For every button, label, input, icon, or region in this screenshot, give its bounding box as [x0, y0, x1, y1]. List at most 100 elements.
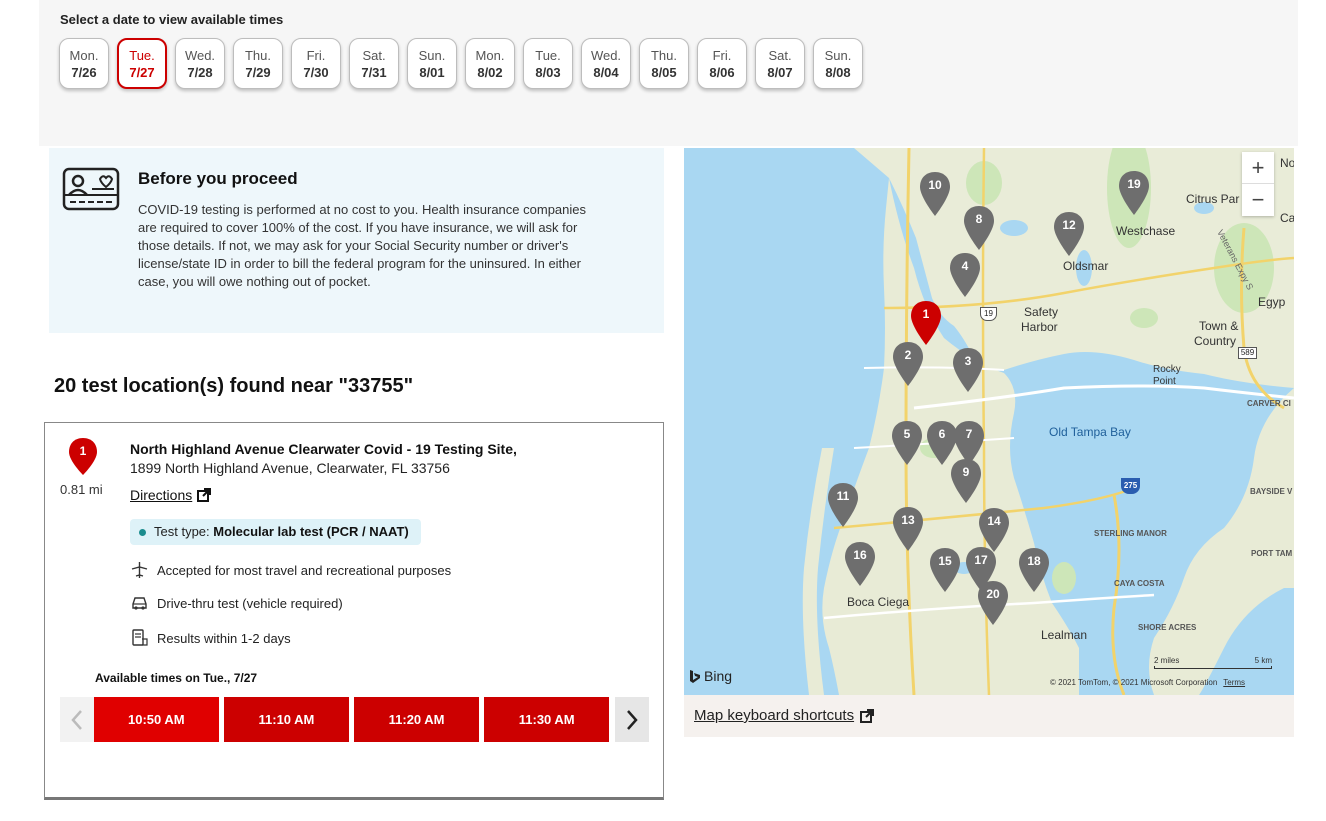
date-chip-selected[interactable]: Tue. 7/27 — [117, 38, 167, 89]
map-pin-number: 8 — [975, 212, 983, 226]
feature-text: Drive-thru test (vehicle required) — [157, 595, 343, 611]
feature-travel: Accepted for most travel and recreationa… — [130, 561, 451, 579]
map-pin[interactable]: 2 — [892, 341, 924, 387]
map-pin[interactable]: 9 — [950, 458, 982, 504]
map-pin-number: 4 — [961, 259, 969, 273]
map-pin[interactable]: 4 — [949, 252, 981, 298]
date-chip-day: Tue. — [535, 47, 561, 63]
map-pin-selected[interactable]: 1 — [910, 300, 942, 346]
map-pin[interactable]: 12 — [1053, 211, 1085, 257]
date-chip-day: Tue. — [129, 47, 155, 63]
date-chip[interactable]: Fri. 8/06 — [697, 38, 747, 89]
map-pin[interactable]: 8 — [963, 205, 995, 251]
date-chip[interactable]: Wed. 7/28 — [175, 38, 225, 89]
site-address: 1899 North Highland Avenue, Clearwater, … — [130, 460, 450, 476]
date-chip-day: Fri. — [712, 47, 732, 63]
date-chip-date: 8/02 — [477, 64, 503, 80]
date-chip[interactable]: Fri. 7/30 — [291, 38, 341, 89]
map-label-bayside: BAYSIDE V — [1250, 487, 1293, 496]
map-pin[interactable]: 19 — [1118, 170, 1150, 216]
date-chip-date: 7/27 — [129, 64, 155, 80]
feature-results: Results within 1-2 days — [130, 629, 291, 647]
date-chip-day: Sat. — [362, 47, 386, 63]
map-label-nor: Nor — [1280, 156, 1294, 170]
map-label-shore-acres: SHORE ACRES — [1138, 623, 1197, 632]
date-chip-day: Sat. — [768, 47, 792, 63]
date-chip[interactable]: Sun. 8/01 — [407, 38, 457, 89]
date-chip[interactable]: Thu. 7/29 — [233, 38, 283, 89]
date-chip-date: 8/08 — [825, 64, 851, 80]
date-chip[interactable]: Thu. 8/05 — [639, 38, 689, 89]
date-chip-day: Wed. — [184, 47, 216, 63]
map-copyright: © 2021 TomTom, © 2021 Microsoft Corporat… — [1050, 678, 1245, 687]
scale-km: 5 km — [1254, 656, 1272, 665]
location-pin-number: 1 — [79, 444, 87, 458]
chevron-right-icon — [627, 709, 638, 730]
zoom-out-button[interactable]: − — [1242, 184, 1274, 216]
terms-link[interactable]: Terms — [1223, 678, 1245, 687]
date-chip-date: 8/06 — [709, 64, 735, 80]
map-pin[interactable]: 11 — [827, 482, 859, 528]
date-chip-date: 7/31 — [361, 64, 387, 80]
highway-shield-icon: 589 — [1238, 347, 1257, 359]
map-label-harbor: Harbor — [1021, 320, 1058, 334]
car-icon — [132, 597, 147, 610]
zoom-in-button[interactable]: + — [1242, 152, 1274, 184]
directions-link[interactable]: Directions — [130, 487, 212, 503]
notice-body: COVID-19 testing is performed at no cost… — [138, 202, 586, 289]
notice-title: Before you proceed — [138, 169, 298, 188]
date-chip[interactable]: Sat. 7/31 — [349, 38, 399, 89]
map-pin-number: 2 — [904, 348, 912, 362]
date-chip[interactable]: Sat. 8/07 — [755, 38, 805, 89]
status-dot-icon — [139, 529, 146, 536]
map-pin[interactable]: 18 — [1018, 547, 1050, 593]
map-pin[interactable]: 10 — [919, 171, 951, 217]
map-pin-number: 11 — [836, 489, 850, 503]
site-name: North Highland Avenue Clearwater Covid -… — [130, 441, 517, 457]
map-pin-number: 18 — [1027, 554, 1041, 568]
map-pin-number: 12 — [1062, 218, 1076, 232]
external-link-icon — [860, 708, 875, 723]
map-pin-number: 17 — [974, 553, 988, 567]
date-chip-date: 7/29 — [245, 64, 271, 80]
time-slot-button[interactable]: 10:50 AM — [93, 697, 219, 742]
map-pin-number: 5 — [903, 427, 911, 441]
map-pin[interactable]: 16 — [844, 541, 876, 587]
map-pin-number: 16 — [853, 548, 867, 562]
date-chip[interactable]: Mon. 7/26 — [59, 38, 109, 89]
map-pin-number: 3 — [964, 354, 972, 368]
location-pin-icon: 1 — [67, 437, 99, 477]
test-type-badge: Test type: Molecular lab test (PCR / NAA… — [130, 519, 421, 545]
map-label-rocky: Rocky — [1153, 364, 1181, 375]
map-label-safety: Safety — [1024, 305, 1059, 319]
map-pin[interactable]: 13 — [892, 506, 924, 552]
map-pin[interactable]: 20 — [977, 580, 1009, 626]
map-pin[interactable]: 5 — [891, 420, 923, 466]
time-slot-button[interactable]: 11:10 AM — [223, 697, 350, 742]
map-pin[interactable]: 15 — [929, 547, 961, 593]
phone-results-icon — [132, 629, 148, 646]
previous-times-button[interactable] — [60, 697, 94, 742]
map-label-port-tampa: PORT TAM — [1251, 549, 1293, 558]
map-pin-number: 13 — [901, 513, 915, 527]
date-chip[interactable]: Wed. 8/04 — [581, 38, 631, 89]
map-zoom-control: + − — [1242, 152, 1274, 216]
time-slot-button[interactable]: 11:20 AM — [354, 697, 480, 742]
map-label-westchase: Westchase — [1116, 224, 1176, 238]
map-pin[interactable]: 3 — [952, 347, 984, 393]
map-pin-number: 19 — [1127, 177, 1141, 191]
date-chip[interactable]: Mon. 8/02 — [465, 38, 515, 89]
date-chip-day: Thu. — [650, 47, 677, 63]
map-label-egypt: Egyp — [1258, 295, 1286, 309]
locations-map[interactable]: Citrus Par Westchase Oldsmar Safety Harb… — [684, 148, 1294, 695]
time-slot-button[interactable]: 11:30 AM — [484, 697, 610, 742]
time-slot-carousel: 10:50 AM 11:10 AM 11:20 AM 11:30 AM — [60, 697, 650, 742]
map-keyboard-shortcuts-link[interactable]: Map keyboard shortcuts — [694, 707, 875, 724]
map-label-oldsmar: Oldsmar — [1063, 259, 1109, 273]
next-times-button[interactable] — [615, 697, 650, 742]
date-chip[interactable]: Tue. 8/03 — [523, 38, 573, 89]
map-pin-number: 14 — [987, 514, 1001, 528]
date-chip[interactable]: Sun. 8/08 — [813, 38, 863, 89]
date-selector-panel: Select a date to view available times Mo… — [39, 0, 1298, 146]
available-times-label: Available times on Tue., 7/27 — [95, 671, 258, 685]
